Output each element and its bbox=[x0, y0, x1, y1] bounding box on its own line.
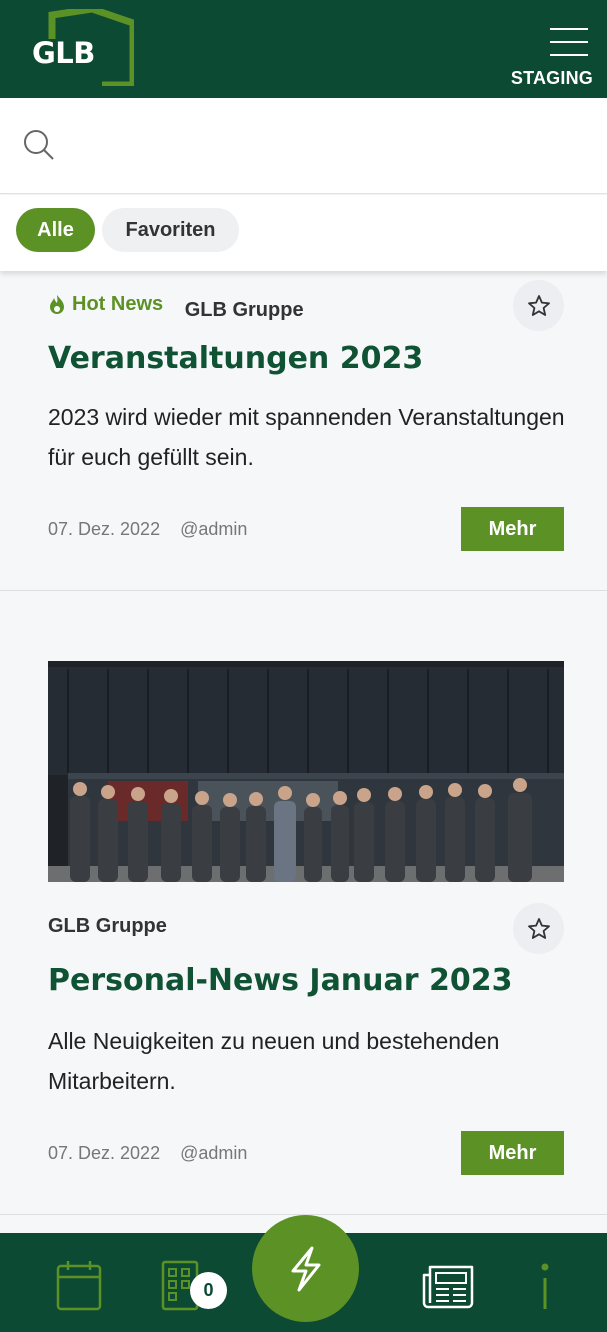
article-group: GLB Gruppe bbox=[48, 915, 167, 937]
article-description: Alle Neuigkeiten zu neuen und bestehende… bbox=[48, 1028, 500, 1094]
hot-news-label: Hot News bbox=[72, 293, 164, 315]
building-count-badge: 0 bbox=[190, 1272, 227, 1309]
environment-label: STAGING bbox=[510, 68, 593, 88]
article-image[interactable] bbox=[48, 661, 564, 882]
menu-bar-middle bbox=[550, 41, 588, 43]
menu-bar-top bbox=[550, 28, 588, 30]
search-bar bbox=[0, 98, 607, 194]
news-article: Hot News GLB Gruppe Veranstaltungen 2023… bbox=[0, 271, 607, 591]
more-button[interactable]: Mehr bbox=[461, 1131, 564, 1175]
app-header: GLB STAGING bbox=[0, 0, 607, 98]
article-author: @admin bbox=[180, 519, 248, 539]
news-feed[interactable]: Hot News GLB Gruppe Veranstaltungen 2023… bbox=[0, 271, 607, 1233]
calendar-icon bbox=[56, 1261, 102, 1311]
newspaper-icon bbox=[422, 1265, 474, 1309]
favorite-button[interactable] bbox=[513, 280, 564, 331]
article-group: GLB Gruppe bbox=[184, 298, 304, 321]
hot-news-tag: Hot News bbox=[48, 293, 163, 316]
nav-news[interactable] bbox=[422, 1263, 474, 1314]
star-icon bbox=[527, 294, 550, 316]
article-title[interactable]: Veranstaltungen 2023 bbox=[48, 341, 423, 376]
search-icon bbox=[24, 130, 54, 160]
filter-chip-favorites[interactable]: Favoriten bbox=[102, 208, 239, 252]
filter-chip-all[interactable]: Alle bbox=[16, 208, 95, 252]
logo-text: GLB bbox=[32, 36, 95, 70]
nav-calendar[interactable] bbox=[56, 1259, 102, 1316]
favorite-button[interactable] bbox=[513, 903, 564, 954]
quick-action-button[interactable] bbox=[252, 1215, 359, 1322]
article-title[interactable]: Personal-News Januar 2023 bbox=[48, 963, 513, 998]
filter-bar: Alle Favoriten bbox=[0, 195, 607, 271]
info-icon bbox=[541, 1263, 549, 1309]
article-date: 07. Dez. 2022 bbox=[48, 1143, 161, 1163]
article-meta: Hot News GLB Gruppe bbox=[48, 293, 304, 322]
nav-info[interactable] bbox=[530, 1261, 560, 1316]
article-meta: GLB Gruppe bbox=[48, 915, 167, 938]
news-article: GLB Gruppe Personal-News Januar 2023 All… bbox=[0, 591, 607, 1215]
flame-icon bbox=[50, 294, 64, 314]
menu-bar-bottom bbox=[550, 54, 588, 56]
menu-button[interactable] bbox=[550, 28, 588, 60]
article-author: @admin bbox=[180, 1143, 248, 1163]
article-description: 2023 wird wieder mit spannenden Veransta… bbox=[48, 404, 565, 470]
article-byline: 07. Dez. 2022 @admin bbox=[48, 519, 247, 540]
search-input[interactable] bbox=[70, 123, 580, 167]
lightning-icon bbox=[291, 1246, 320, 1291]
more-button[interactable]: Mehr bbox=[461, 507, 564, 551]
star-icon bbox=[527, 917, 550, 939]
article-byline: 07. Dez. 2022 @admin bbox=[48, 1143, 247, 1164]
article-date: 07. Dez. 2022 bbox=[48, 519, 161, 539]
